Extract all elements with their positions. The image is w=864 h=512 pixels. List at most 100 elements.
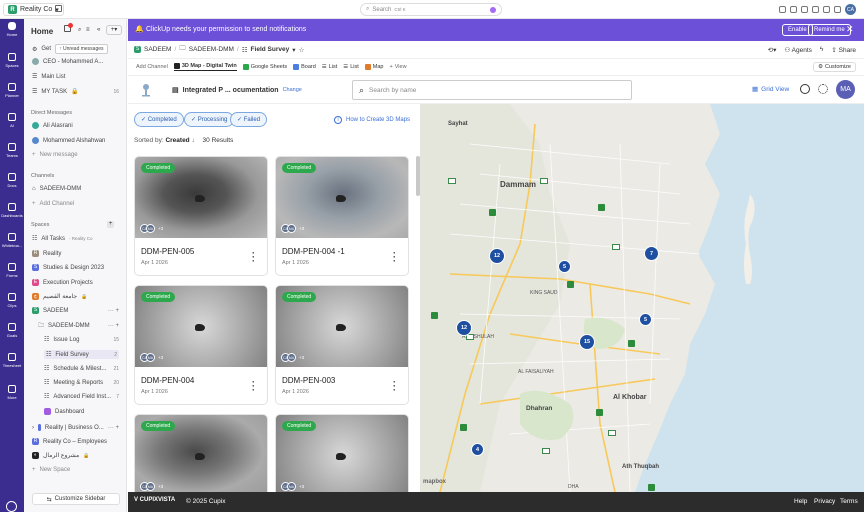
remind-me-button[interactable]: Remind me bbox=[808, 24, 851, 36]
support-icon[interactable] bbox=[800, 84, 810, 94]
user-avatar[interactable]: CA bbox=[845, 4, 856, 15]
more-vertical-icon[interactable]: · · · bbox=[393, 249, 396, 266]
more-add-icon[interactable]: ··· + bbox=[108, 425, 119, 431]
breadcrumb-space[interactable]: SADEEM bbox=[144, 46, 171, 53]
rail-item[interactable]: Clips bbox=[0, 293, 24, 308]
sidebar-space-item[interactable]: ☷ All Tasks - Reality Co bbox=[32, 235, 119, 243]
rail-item[interactable]: Whiteboa... bbox=[0, 233, 24, 248]
apps-icon[interactable] bbox=[834, 6, 841, 13]
rail-item[interactable]: Timesheet bbox=[0, 353, 24, 368]
chevron-down-icon[interactable]: ▾ bbox=[292, 46, 295, 54]
dm-item[interactable]: Ali Alasrani bbox=[32, 122, 73, 129]
sidebar-item-main-list[interactable]: ☰ Main List bbox=[32, 73, 65, 81]
rail-item[interactable]: Docs bbox=[0, 173, 24, 188]
map-cluster[interactable]: 15 bbox=[579, 334, 595, 350]
sidebar-space-item[interactable]: S Studies & Design 2023 bbox=[32, 264, 119, 271]
tab-list-2[interactable]: ☰ List bbox=[343, 64, 359, 70]
chevron-right-icon[interactable]: › bbox=[32, 425, 34, 431]
rail-item[interactable]: More bbox=[0, 385, 24, 400]
rail-item[interactable]: Goals bbox=[0, 323, 24, 338]
filter-icon[interactable]: ≡ bbox=[86, 27, 90, 33]
rail-item[interactable]: Forms bbox=[0, 263, 24, 278]
global-search[interactable]: ⌕ Search Ctrl K bbox=[360, 3, 502, 16]
docs-icon[interactable] bbox=[823, 6, 830, 13]
customize-button[interactable]: ⚙ Customize bbox=[813, 62, 856, 72]
sidebar-space-item[interactable]: ☷ Issue Log 15 bbox=[44, 336, 119, 344]
video-icon[interactable] bbox=[812, 6, 819, 13]
capture-card[interactable]: Completed CA MA +3 DDM-PEN-004 -1 Apr 1 2026 ·… bbox=[275, 156, 409, 276]
map-poi-icon[interactable] bbox=[489, 209, 496, 216]
more-vertical-icon[interactable]: · · · bbox=[252, 249, 255, 266]
sidebar-space-item[interactable]: R Reality Co – Employees bbox=[32, 438, 119, 445]
sidebar-space-item[interactable]: ج جامعة القصيم 🔒 bbox=[32, 293, 119, 300]
ai-icon[interactable] bbox=[490, 6, 496, 13]
tab-board[interactable]: Board bbox=[293, 64, 316, 70]
map-cluster[interactable]: 12 bbox=[456, 320, 472, 336]
sidebar-space-item[interactable]: Dashboard bbox=[44, 408, 119, 415]
map-cluster[interactable]: 5 bbox=[558, 260, 571, 273]
map-poi-icon[interactable] bbox=[567, 281, 574, 288]
bolt-icon[interactable]: ϟ bbox=[820, 46, 823, 53]
reminder-icon[interactable] bbox=[801, 6, 808, 13]
map-cluster[interactable]: 5 bbox=[639, 313, 652, 326]
add-view-button[interactable]: + View bbox=[390, 64, 407, 70]
grid-view-button[interactable]: ▦ Grid View bbox=[752, 85, 789, 94]
search-icon[interactable]: ⌕ bbox=[78, 27, 81, 34]
sidebar-space-item[interactable]: › Reality | Business O... ··· + bbox=[32, 424, 119, 431]
channel-item[interactable]: ⌂ SADEEM-DMM bbox=[32, 186, 81, 192]
rail-item[interactable]: Home bbox=[0, 22, 24, 37]
collapse-icon[interactable]: « bbox=[97, 27, 100, 33]
add-icon[interactable] bbox=[779, 6, 786, 13]
sidebar-space-item[interactable]: R Reality bbox=[32, 250, 119, 257]
rail-item[interactable]: AI bbox=[0, 113, 24, 128]
user-icon[interactable] bbox=[6, 501, 17, 512]
change-project-link[interactable]: Change bbox=[283, 87, 302, 93]
more-add-icon[interactable]: ··· + bbox=[108, 323, 119, 329]
tab-list[interactable]: ☰ List bbox=[322, 64, 338, 70]
capture-card[interactable]: Completed CA MA +3 DDM-PEN-004 Apr 1 2026 · · · bbox=[134, 285, 268, 405]
sort-control[interactable]: Sorted by: Created ↓ 30 Results bbox=[134, 137, 233, 144]
sidebar-space-item[interactable]: E Execution Projects bbox=[32, 279, 119, 286]
capture-card[interactable]: Completed CA MA +3 DDM-PEN-003 Apr 1 2026 · · · bbox=[275, 285, 409, 405]
sidebar-space-item[interactable]: S SADEEM ··· + bbox=[32, 307, 119, 314]
mapbox-logo[interactable]: mapbox bbox=[423, 479, 446, 485]
map-cluster[interactable]: 12 bbox=[489, 248, 505, 264]
close-icon[interactable]: ✕ bbox=[846, 24, 854, 35]
capture-card[interactable]: Completed CA MA +3 DDM-PEN-005 Apr 1 2026 · · · bbox=[134, 156, 268, 276]
sidebar-item-my-task[interactable]: ☰ MY TASK 🔒 16 bbox=[32, 88, 119, 96]
tab-add-channel[interactable]: Add Channel bbox=[136, 64, 168, 70]
more-vertical-icon[interactable]: · · · bbox=[252, 378, 255, 395]
star-icon[interactable]: ☆ bbox=[298, 46, 304, 54]
privacy-link[interactable]: Privacy bbox=[814, 498, 835, 505]
rail-item[interactable]: Teams bbox=[0, 143, 24, 158]
breadcrumb-folder[interactable]: SADEEM-DMM bbox=[189, 46, 234, 53]
sidebar-space-item[interactable]: + New Space bbox=[32, 467, 119, 473]
automation-icon[interactable]: ⟲▾ bbox=[768, 46, 777, 54]
agents-button[interactable]: ⚇ Agents bbox=[784, 46, 812, 54]
customize-sidebar-button[interactable]: ⇆ Customize Sidebar bbox=[32, 493, 120, 505]
map-poi-icon[interactable] bbox=[431, 312, 438, 319]
sidebar-space-item[interactable]: ☷ Meeting & Reports 20 bbox=[44, 379, 119, 387]
more-vertical-icon[interactable]: · · · bbox=[393, 378, 396, 395]
more-add-icon[interactable]: ··· + bbox=[108, 308, 119, 314]
how-to-link[interactable]: i How to Create 3D Maps bbox=[334, 116, 410, 124]
capture-card[interactable]: Completed CA MA +3 bbox=[275, 414, 409, 492]
filter-completed[interactable]: ✓ Completed bbox=[134, 112, 184, 127]
rail-item[interactable]: Planner bbox=[0, 83, 24, 98]
sidebar-space-item[interactable]: ☷ Advanced Field Inst... 7 bbox=[44, 393, 119, 401]
rail-item[interactable]: Dashboards bbox=[0, 203, 24, 218]
dm-item[interactable]: Mohammed Alshahwan bbox=[32, 137, 105, 144]
capture-device-icon[interactable] bbox=[138, 82, 154, 98]
breadcrumb-list[interactable]: Field Survey bbox=[251, 46, 290, 53]
help-link[interactable]: Help bbox=[794, 498, 807, 505]
sidebar-space-item[interactable]: ☷ Field Survey 2 bbox=[44, 350, 119, 359]
filter-failed[interactable]: ✓ Failed bbox=[230, 112, 268, 127]
sidebar-space-item[interactable]: ☷ Schedule & Milest... 21 bbox=[44, 365, 119, 373]
notepad-icon[interactable] bbox=[790, 6, 797, 13]
map-poi-icon[interactable] bbox=[648, 484, 655, 491]
map-poi-icon[interactable] bbox=[628, 340, 635, 347]
sidebar-item-ceo[interactable]: CEO - Mohammed A... bbox=[32, 58, 103, 65]
tab-3d-map[interactable]: 3D Map - Digital Twin bbox=[173, 63, 237, 71]
map-search-input[interactable]: ⌕ Search by name bbox=[352, 80, 632, 100]
add-channel-button[interactable]: + Add Channel bbox=[32, 201, 74, 207]
